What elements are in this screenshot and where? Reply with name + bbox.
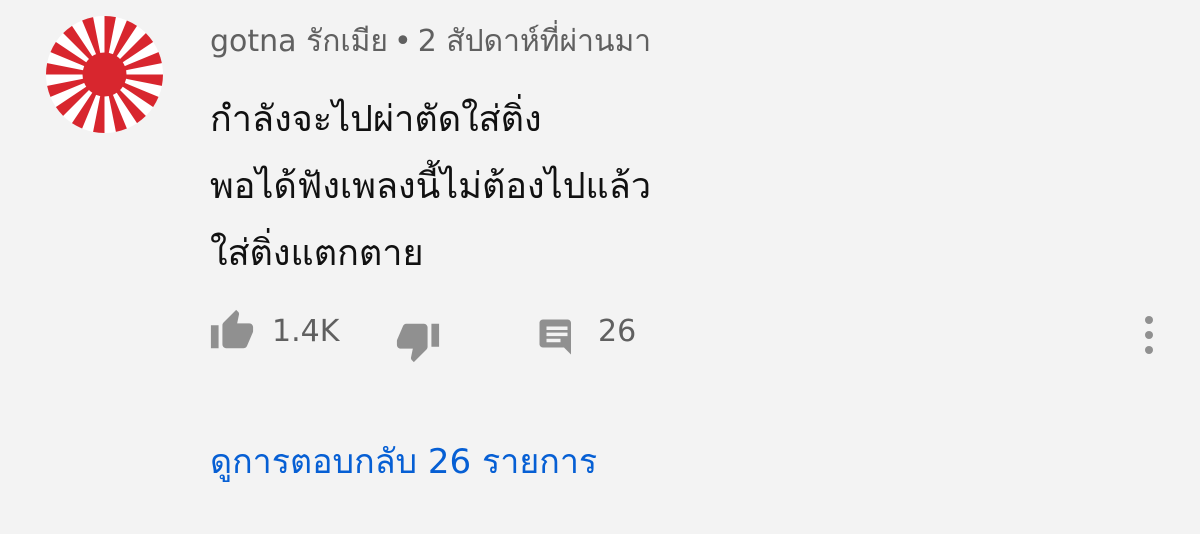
comment-timestamp[interactable]: 2 สัปดาห์ที่ผ่านมา bbox=[418, 24, 651, 59]
thumbs-down-icon bbox=[396, 323, 440, 363]
rising-sun-avatar-image bbox=[46, 16, 163, 133]
like-count: 1.4K bbox=[272, 314, 340, 349]
more-options-button[interactable] bbox=[1134, 312, 1164, 358]
like-button[interactable] bbox=[209, 308, 255, 354]
comment-header: gotna รักเมีย • 2 สัปดาห์ที่ผ่านมา bbox=[210, 22, 651, 62]
thumbs-up-icon bbox=[210, 309, 254, 349]
comment-line: ใส่ติ่งแตกตาย bbox=[210, 233, 424, 274]
comment-icon bbox=[539, 319, 571, 355]
comment-text: กำลังจะไปผ่าตัดใส่ติ่ง พอได้ฟังเพลงนี้ไม… bbox=[210, 86, 651, 287]
avatar[interactable] bbox=[46, 16, 163, 133]
author-name[interactable]: gotna รักเมีย bbox=[210, 24, 388, 59]
reply-count: 26 bbox=[598, 314, 637, 349]
comment-line: กำลังจะไปผ่าตัดใส่ติ่ง bbox=[210, 99, 542, 140]
reply-button[interactable] bbox=[536, 316, 578, 358]
more-vertical-icon bbox=[1145, 316, 1153, 354]
separator-dot: • bbox=[393, 24, 412, 59]
view-replies-link[interactable]: ดูการตอบกลับ 26 รายการ bbox=[210, 440, 597, 484]
comment-line: พอได้ฟังเพลงนี้ไม่ต้องไปแล้ว bbox=[210, 166, 652, 207]
comment-actions: 1.4K 26 bbox=[0, 300, 1200, 370]
dislike-button[interactable] bbox=[395, 318, 441, 364]
